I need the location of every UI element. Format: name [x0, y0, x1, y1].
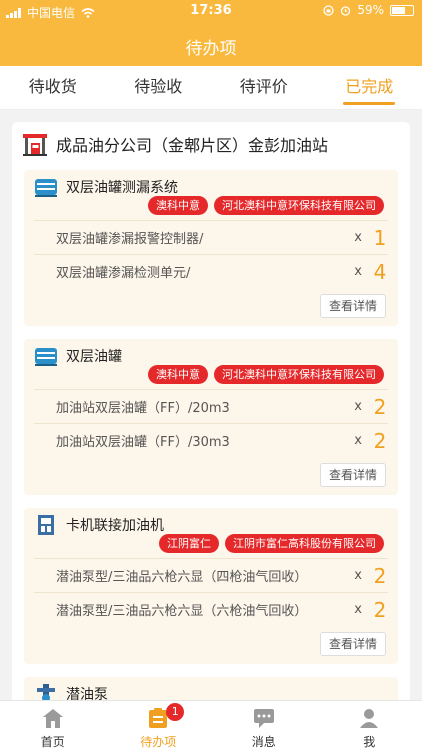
orientation-lock-icon [323, 4, 334, 16]
item-quantity: 1 [373, 225, 387, 250]
gas-station-icon [23, 134, 47, 156]
tabbar-label: 消息 [251, 735, 276, 749]
product-block: 潜油泵 [24, 677, 398, 700]
tabbar-home[interactable]: 首页 [0, 701, 106, 750]
product-line-item: 潜油泵型/三油品六枪六显（六枪油气回收） x 2 [34, 592, 388, 626]
item-name: 加油站双层油罐（FF）/20m3 [56, 401, 230, 416]
supplier-badge: 河北澳科中意环保科技有限公司 [214, 365, 384, 384]
view-details-button[interactable]: 查看详情 [320, 463, 386, 487]
submersible-pump-icon [37, 684, 55, 700]
app-header: 中国电信 17:36 59% 待办项 [0, 0, 422, 66]
product-block: 双层油罐 澳科中意 河北澳科中意环保科技有限公司 加油站双层油罐（FF）/20m… [24, 339, 398, 495]
product-title: 双层油罐测漏系统 [66, 180, 178, 196]
message-icon [253, 709, 274, 728]
item-multiply: x [354, 568, 362, 583]
brand-badge: 江阴富仁 [159, 534, 219, 553]
user-icon [360, 709, 379, 728]
tabbar-label: 我 [363, 735, 376, 749]
tab-pending-acceptance[interactable]: 待验收 [106, 66, 212, 109]
item-quantity: 2 [373, 597, 387, 622]
tab-pending-receipt[interactable]: 待收货 [0, 66, 106, 109]
item-quantity: 4 [373, 259, 387, 284]
item-quantity: 2 [373, 428, 387, 453]
tabbar-label: 待办项 [140, 735, 177, 749]
item-name: 潜油泵型/三油品六枪六显（四枪油气回收） [56, 570, 308, 585]
tab-pending-review[interactable]: 待评价 [211, 66, 317, 109]
status-bar: 中国电信 17:36 59% [0, 0, 422, 22]
product-title: 潜油泵 [66, 687, 108, 700]
item-name: 双层油罐渗漏报警控制器/ [56, 232, 204, 247]
item-name: 加油站双层油罐（FF）/30m3 [56, 435, 230, 450]
station-card: 成品油分公司（金郫片区）金彭加油站 双层油罐测漏系统 澳科中意 河北澳科中意环保… [12, 122, 410, 700]
order-list[interactable]: 成品油分公司（金郫片区）金彭加油站 双层油罐测漏系统 澳科中意 河北澳科中意环保… [0, 110, 422, 700]
item-multiply: x [354, 230, 362, 245]
product-line-item: 加油站双层油罐（FF）/20m3 x 2 [34, 389, 388, 423]
bottom-tab-bar: 首页 1 待办项 消息 我 [0, 700, 422, 750]
item-multiply: x [354, 399, 362, 414]
product-title: 卡机联接加油机 [66, 518, 164, 534]
alarm-icon [341, 5, 351, 16]
view-details-button[interactable]: 查看详情 [320, 632, 386, 656]
fuel-dispenser-icon [38, 515, 54, 535]
product-title: 双层油罐 [66, 349, 122, 365]
product-line-item: 潜油泵型/三油品六枪六显（四枪油气回收） x 2 [34, 558, 388, 592]
brand-badge: 澳科中意 [148, 196, 208, 215]
view-details-button[interactable]: 查看详情 [320, 294, 386, 318]
item-name: 潜油泵型/三油品六枪六显（六枪油气回收） [56, 604, 308, 619]
supplier-badge: 河北澳科中意环保科技有限公司 [214, 196, 384, 215]
product-line-item: 双层油罐渗漏报警控制器/ x 1 [34, 220, 388, 254]
tank-icon [35, 179, 57, 197]
tank-icon [35, 348, 57, 366]
tabbar-label: 首页 [40, 735, 65, 749]
tab-completed[interactable]: 已完成 [317, 66, 422, 109]
order-status-tabs: 待收货 待验收 待评价 已完成 [0, 66, 422, 110]
supplier-badge: 江阴市富仁高科股份有限公司 [225, 534, 384, 553]
tabbar-messages[interactable]: 消息 [211, 701, 317, 750]
item-multiply: x [354, 602, 362, 617]
todo-count-badge: 1 [166, 703, 185, 721]
tabbar-todo[interactable]: 1 待办项 [106, 701, 212, 750]
item-quantity: 2 [373, 563, 387, 588]
product-line-item: 加油站双层油罐（FF）/30m3 x 2 [34, 423, 388, 457]
tabbar-me[interactable]: 我 [317, 701, 422, 750]
item-name: 双层油罐渗漏检测单元/ [56, 266, 191, 281]
product-block: 卡机联接加油机 江阴富仁 江阴市富仁高科股份有限公司 潜油泵型/三油品六枪六显（… [24, 508, 398, 664]
brand-badge: 澳科中意 [148, 365, 208, 384]
product-block: 双层油罐测漏系统 澳科中意 河北澳科中意环保科技有限公司 双层油罐渗漏报警控制器… [24, 170, 398, 326]
battery-icon [390, 4, 414, 16]
item-multiply: x [354, 433, 362, 448]
product-line-item: 双层油罐渗漏检测单元/ x 4 [34, 254, 388, 288]
home-icon [42, 709, 63, 728]
page-title: 待办项 [185, 39, 237, 59]
item-quantity: 2 [373, 394, 387, 419]
item-multiply: x [354, 264, 362, 279]
battery-label: 59% [357, 3, 384, 17]
station-name: 成品油分公司（金郫片区）金彭加油站 [56, 136, 329, 155]
